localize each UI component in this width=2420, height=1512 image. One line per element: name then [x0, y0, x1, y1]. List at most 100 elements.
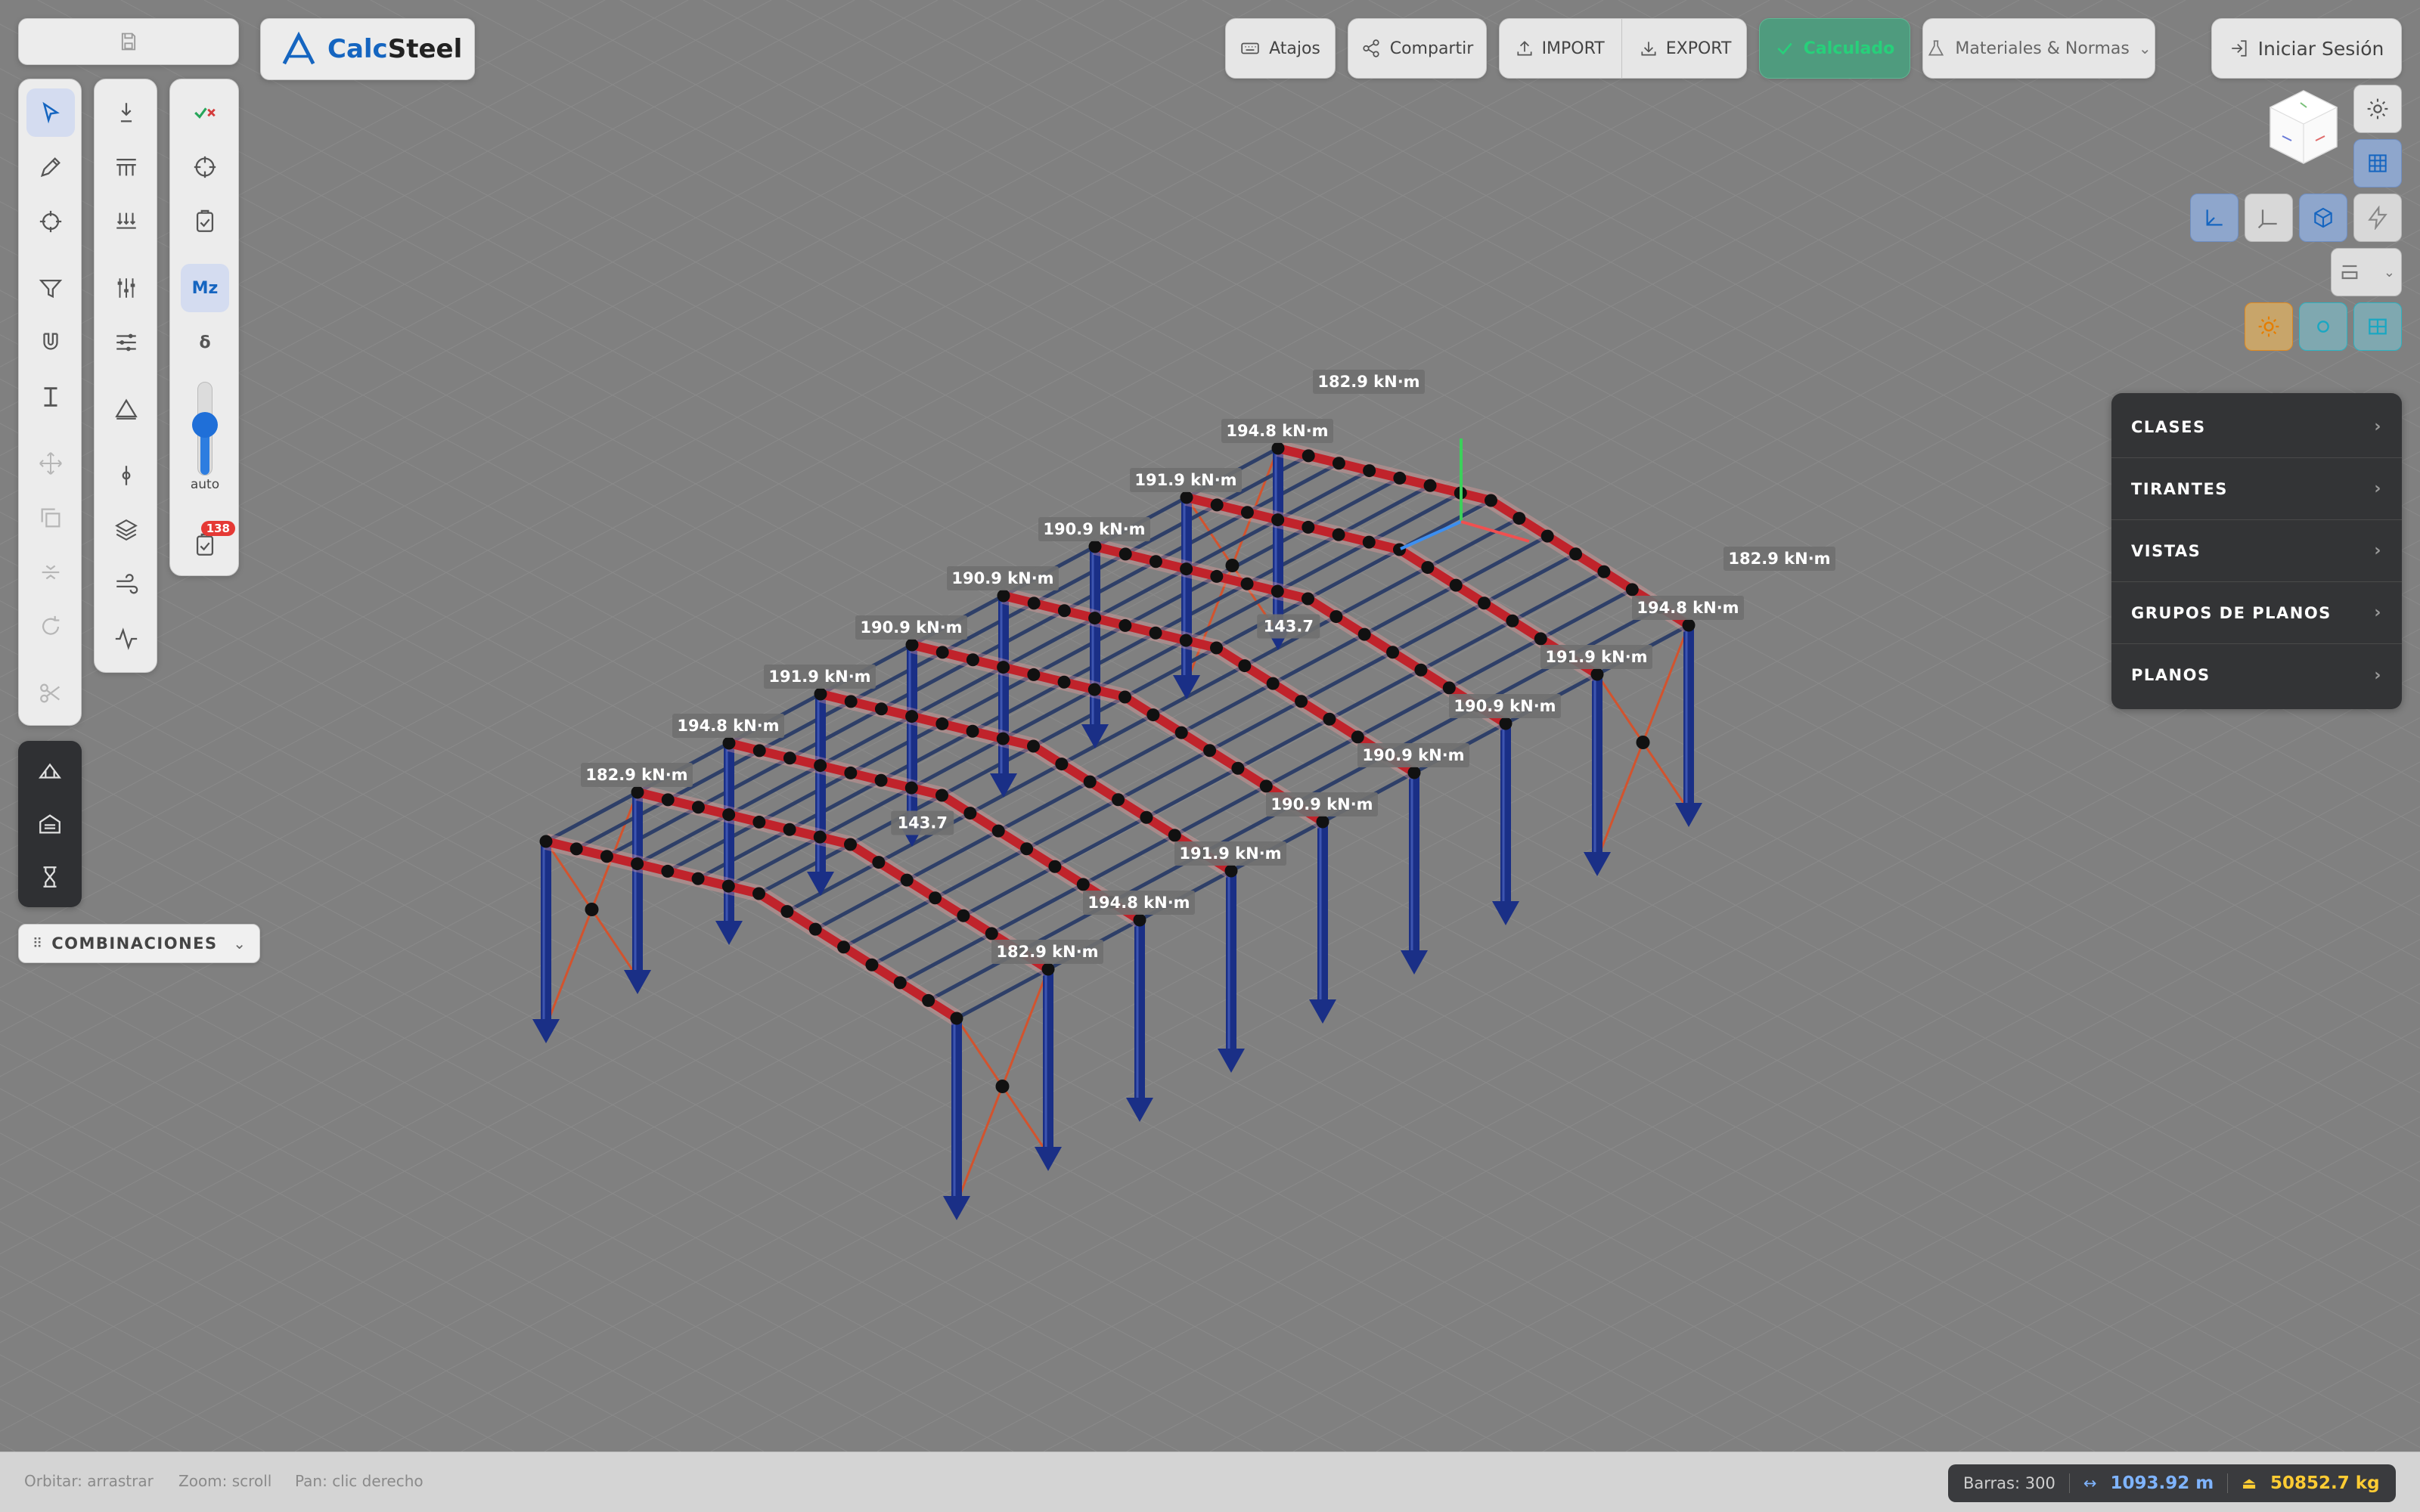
triangle-tool[interactable] [102, 385, 150, 433]
menu-item-vistas[interactable]: VISTAS › [2111, 520, 2402, 582]
rafter-node [929, 891, 942, 905]
diagram-tool[interactable] [102, 615, 150, 663]
app-logo[interactable]: CalcSteel [260, 18, 475, 80]
draw-bar-tool[interactable] [26, 143, 75, 191]
draw-tools-panel [18, 79, 82, 726]
login-button[interactable]: Iniciar Sesión [2211, 18, 2402, 79]
rafter-node [1224, 864, 1238, 878]
rafter-node [966, 724, 979, 738]
grid-toggle-button[interactable] [2353, 139, 2402, 187]
profile-tool[interactable] [26, 373, 75, 421]
shortcuts-button[interactable]: Atajos [1225, 18, 1336, 79]
materials-dropdown[interactable]: Materiales & Normas ⌄ [1922, 18, 2155, 79]
3d-view-button[interactable] [2299, 194, 2347, 242]
distributed-load-tool[interactable] [102, 143, 150, 191]
moment-label: 194.8 kN·m [672, 714, 784, 738]
import-button[interactable]: IMPORT [1498, 19, 1622, 78]
load-cases-tool[interactable] [102, 264, 150, 312]
grid-line [0, 0, 1604, 856]
warehouse-icon [39, 814, 60, 834]
axes-button[interactable] [2190, 194, 2238, 242]
flask-icon [1928, 40, 1944, 56]
rafter-node [1569, 547, 1583, 561]
combinations-tool[interactable] [102, 318, 150, 367]
menu-item-label: TIRANTES [2131, 479, 2228, 498]
view-structure-button[interactable] [26, 747, 74, 795]
checks-badge: 138 [200, 521, 235, 536]
nodes-render-button[interactable] [2299, 302, 2347, 351]
view-building-button[interactable] [26, 800, 74, 848]
view-section-button[interactable] [26, 853, 74, 901]
support-arrow [1309, 999, 1336, 1024]
rafter-node [1271, 513, 1285, 527]
rafter-node [539, 835, 553, 848]
moment-label: 194.8 kN·m [1221, 419, 1333, 443]
layers-tool[interactable] [102, 506, 150, 554]
mirror-tool[interactable] [26, 548, 75, 596]
structure-scene[interactable]: 182.9 kN·m 194.8 kN·m 191.9 kN·m 190.9 kN·m… [0, 0, 2420, 1452]
rafter-node [837, 940, 851, 954]
target-icon [194, 156, 216, 178]
rotate-tool[interactable] [26, 603, 75, 651]
node-tool[interactable] [26, 197, 75, 246]
moment-mz-button[interactable]: Mz [181, 264, 229, 312]
rafter-node [996, 732, 1010, 745]
rafter-node [722, 808, 736, 822]
filter-tool[interactable] [26, 264, 75, 312]
deflection-button[interactable]: δ [181, 318, 229, 367]
combinations-dropdown[interactable]: ⠿ COMBINACIONES ⌄ [18, 924, 260, 963]
moment-label-text: 191.9 kN·m [1545, 648, 1647, 666]
verify-tool[interactable] [181, 88, 229, 137]
local-axes-button[interactable] [2245, 194, 2293, 242]
point-loads-tool[interactable] [102, 197, 150, 246]
rafter-node [1118, 547, 1132, 561]
3d-viewport[interactable]: 182.9 kN·m 194.8 kN·m 191.9 kN·m 190.9 kN·m… [0, 0, 2420, 1452]
download-icon [1641, 42, 1656, 56]
settings-button[interactable] [2353, 85, 2402, 133]
save-button[interactable] [18, 18, 239, 65]
cut-tool[interactable] [26, 669, 75, 717]
scale-slider-knob[interactable] [192, 411, 218, 438]
rafter-node [1240, 577, 1254, 590]
upload-icon [1517, 41, 1532, 56]
rafter-node [1087, 683, 1101, 696]
moment-label-text: 190.9 kN·m [860, 618, 962, 637]
menu-item-label: GRUPOS DE PLANOS [2131, 603, 2332, 622]
brace-node [1225, 559, 1239, 572]
menu-item-clases[interactable]: CLASES › [2111, 396, 2402, 458]
scale-slider[interactable] [192, 382, 218, 476]
lightning-button[interactable] [2353, 194, 2402, 242]
view-cube[interactable] [2266, 88, 2341, 166]
cursor-icon [42, 101, 60, 124]
align-dropdown[interactable]: ⌄ [2331, 248, 2402, 296]
mirror-icon [42, 565, 60, 580]
mz-label: Mz [191, 278, 219, 298]
copy-tool[interactable] [26, 494, 75, 542]
rafter-node [1316, 815, 1329, 829]
panels-render-button[interactable] [2353, 302, 2402, 351]
share-button[interactable]: Compartir [1348, 18, 1487, 79]
report-tool[interactable] [181, 197, 229, 246]
grid-line [0, 1132, 598, 1452]
menu-item-planos[interactable]: PLANOS › [2111, 644, 2402, 706]
grid-line [128, 229, 2420, 1452]
menu-item-grupos-de-planos[interactable]: GRUPOS DE PLANOS › [2111, 582, 2402, 644]
rafter-node [1210, 569, 1224, 583]
support-tool[interactable] [102, 88, 150, 137]
target-tool[interactable] [181, 143, 229, 191]
rafter-node [1393, 471, 1407, 485]
view-mode-panel [18, 741, 82, 907]
checks-tool[interactable]: 138 [181, 521, 235, 569]
rafter-node [905, 710, 919, 723]
sun-render-button[interactable] [2245, 302, 2293, 351]
menu-item-tirantes[interactable]: TIRANTES › [2111, 458, 2402, 520]
export-button[interactable]: EXPORT [1622, 19, 1748, 78]
select-tool[interactable] [26, 88, 75, 137]
moment-label: 190.9 kN·m [1038, 517, 1150, 541]
rafter-node [1240, 506, 1254, 519]
wind-tool[interactable] [102, 560, 150, 609]
calculated-button[interactable]: Calculado [1759, 18, 1910, 79]
move-tool[interactable] [26, 439, 75, 488]
probe-tool[interactable] [102, 451, 150, 500]
magnet-tool[interactable] [26, 318, 75, 367]
